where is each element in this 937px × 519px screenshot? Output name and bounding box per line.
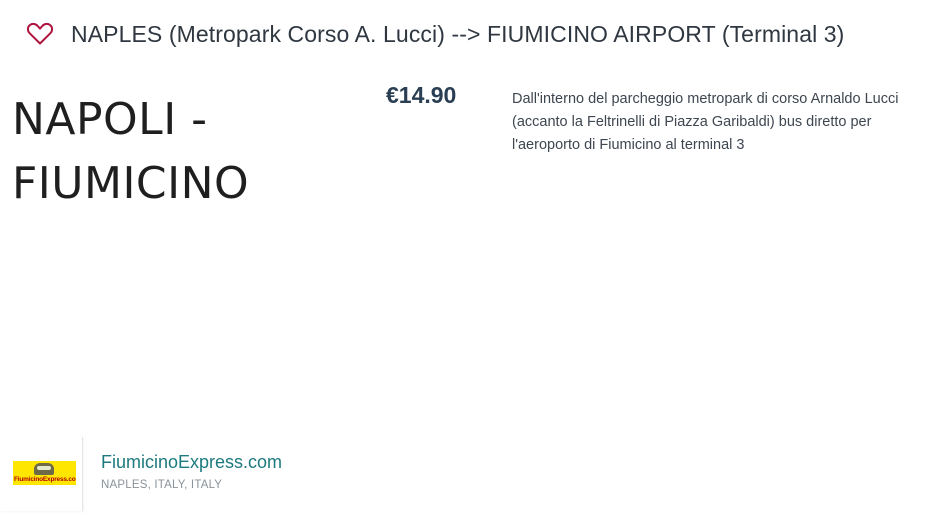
vendor-name-link[interactable]: FiumicinoExpress.com	[101, 452, 282, 473]
cover-text-line-2: FIUMICINO	[12, 158, 250, 209]
product-price: €14.90	[386, 82, 457, 108]
cover-text-line-1: NAPOLI -	[12, 94, 208, 145]
favorite-heart-icon[interactable]	[26, 22, 54, 46]
product-description: Dall'interno del parcheggio metropark di…	[512, 91, 899, 153]
product-cover-image[interactable]: NAPOLI - FIUMICINO	[12, 88, 332, 216]
product-title: NAPLES (Metropark Corso A. Lucci) --> FI…	[71, 21, 845, 47]
bus-icon	[34, 463, 54, 475]
vendor-logo: FiumicinoExpress.com	[13, 461, 76, 485]
vendor-logo-text: FiumicinoExpress.com	[14, 476, 76, 483]
vendor-logo-card[interactable]: FiumicinoExpress.com	[0, 437, 83, 511]
vendor-location: NAPLES, ITALY, ITALY	[101, 479, 223, 491]
